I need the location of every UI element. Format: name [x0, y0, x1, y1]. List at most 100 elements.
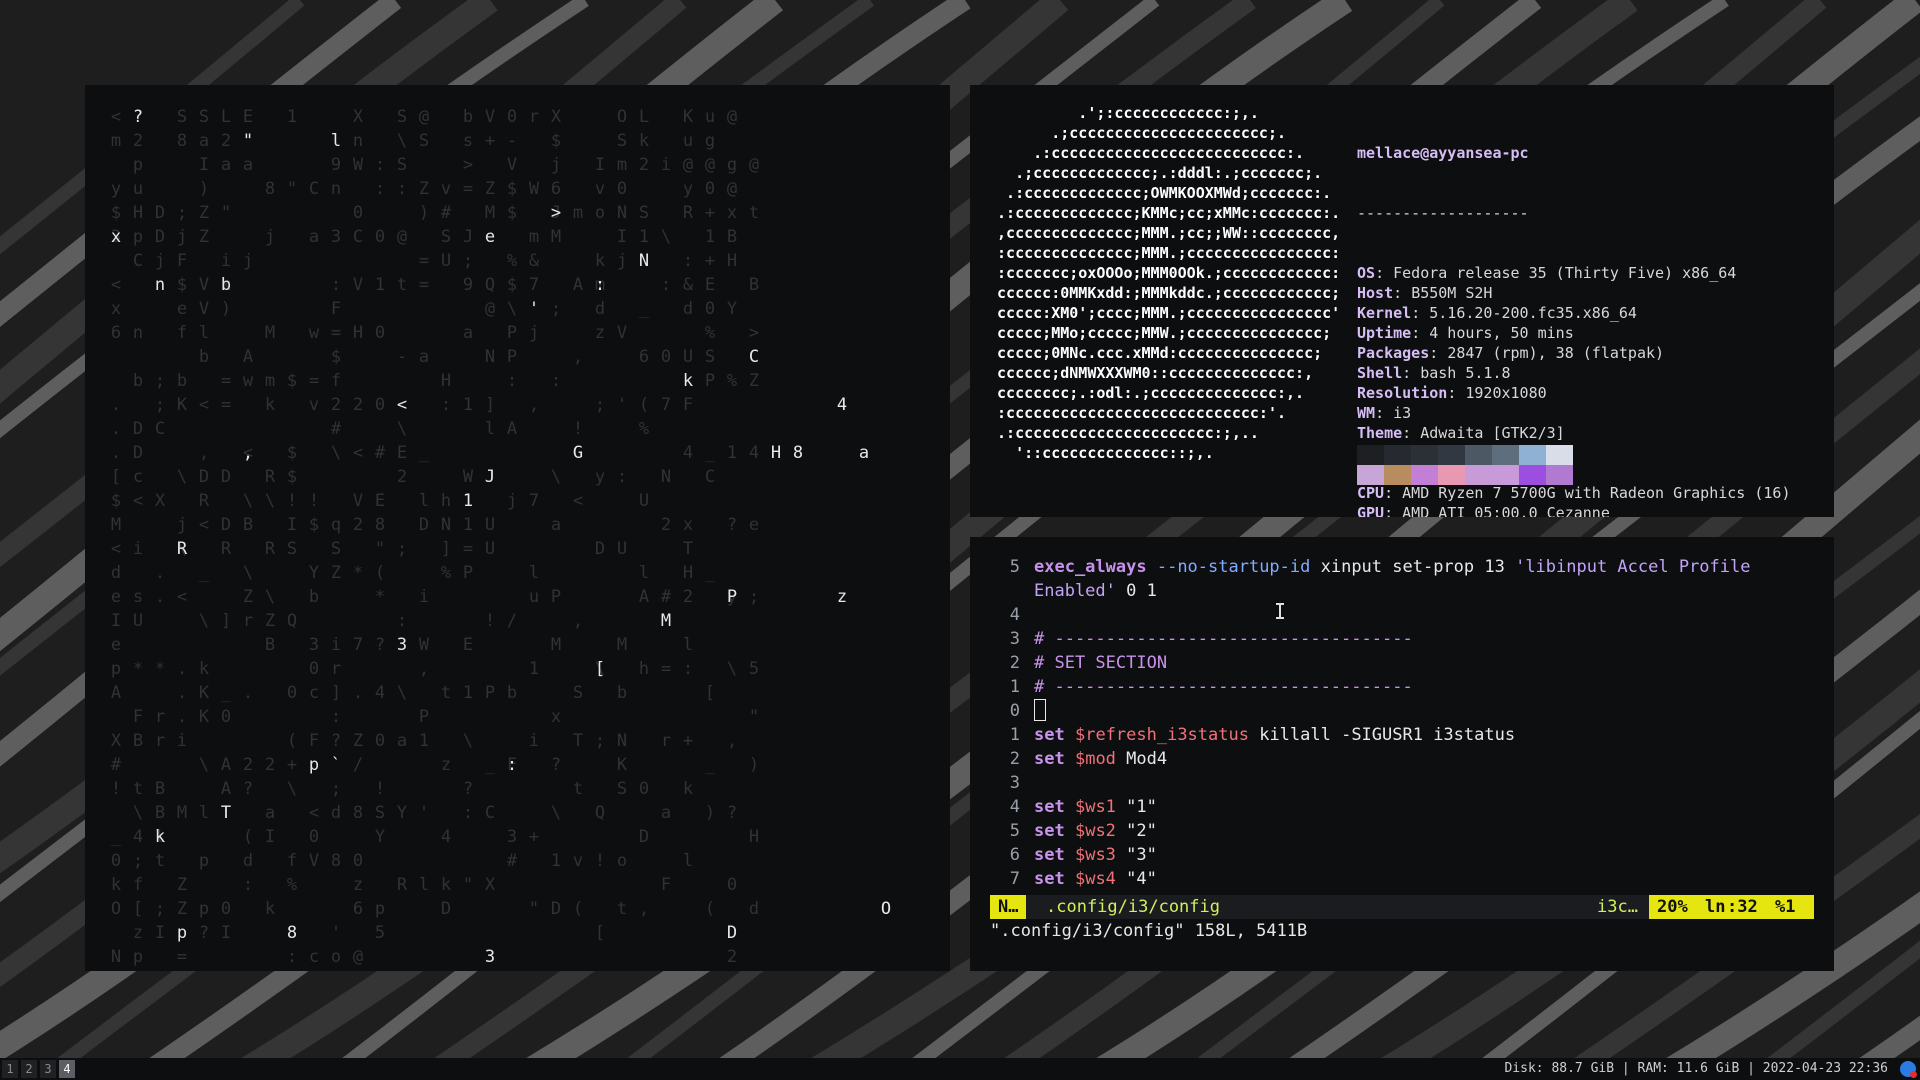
matrix-char: ] [220, 611, 232, 631]
vim-line[interactable]: 3 [970, 771, 1834, 795]
matrix-char: b [308, 587, 320, 607]
matrix-char: y [682, 179, 694, 199]
vim-line[interactable]: 3 # ----------------------------------- [970, 627, 1834, 651]
matrix-char: V [198, 299, 210, 319]
matrix-char: I [594, 155, 606, 175]
vim-line[interactable]: 1 set $refresh_i3status killall -SIGUSR1 … [970, 723, 1834, 747]
vim-command-line[interactable]: ".config/i3/config" 158L, 5411B [990, 919, 1307, 943]
matrix-char-head: J [484, 467, 496, 487]
matrix-char: 7 [352, 635, 364, 655]
matrix-char: D [418, 515, 430, 535]
workspace-button-4[interactable]: 4 [59, 1060, 75, 1078]
matrix-char: : [616, 467, 628, 487]
matrix-char-head: P [726, 587, 738, 607]
vim-terminal-window[interactable]: 5 exec_always --no-startup-id xinput set-… [970, 537, 1834, 971]
matrix-char: z [440, 755, 452, 775]
matrix-char-head: b [220, 275, 232, 295]
matrix-char: Z [264, 611, 276, 631]
matrix-char: D [594, 539, 606, 559]
matrix-char: t [748, 203, 760, 223]
matrix-char: S [330, 539, 342, 559]
matrix-char: Z [484, 179, 496, 199]
matrix-char: " [462, 875, 474, 895]
matrix-char: b [506, 683, 518, 703]
matrix-char: h [440, 491, 452, 511]
matrix-char: , [572, 611, 584, 631]
vim-line[interactable]: 0 [970, 699, 1834, 723]
matrix-char: I [110, 611, 122, 631]
matrix-char: @ [418, 107, 430, 127]
matrix-char: 6 [550, 179, 562, 199]
tray-app-icon[interactable] [1900, 1061, 1917, 1078]
matrix-char: : [682, 251, 694, 271]
matrix-char: _ [704, 563, 716, 583]
matrix-char: ) [418, 203, 430, 223]
matrix-char: 6 [352, 899, 364, 919]
matrix-char: o [616, 851, 628, 871]
matrix-char: 0 [220, 707, 232, 727]
matrix-char: D [132, 419, 144, 439]
cmatrix-terminal-window[interactable]: < m y $3 < x 6...[$ M < d e Ie p A X #! _ 0 k O N? 2 p u Hp Cn b D D… [85, 85, 950, 971]
matrix-char-head: " [242, 131, 254, 151]
matrix-char: k [198, 659, 210, 679]
matrix-char: S [616, 131, 628, 151]
workspace-button-2[interactable]: 2 [21, 1060, 37, 1078]
matrix-char: Q [484, 275, 496, 295]
matrix-char-head: z [836, 587, 848, 607]
matrix-char-head: a [858, 443, 870, 463]
matrix-char: M [550, 227, 562, 247]
info-row: OS: Fedora release 35 (Thirty Five) x86_… [1357, 264, 1737, 282]
matrix-char: A [220, 779, 232, 799]
matrix-char: " [286, 179, 298, 199]
workspace-button-1[interactable]: 1 [2, 1060, 18, 1078]
matrix-char: a [308, 227, 320, 247]
matrix-char: b [198, 347, 210, 367]
matrix-char: 2 [726, 947, 738, 967]
vim-line[interactable]: 7 set $ws4 "4" [970, 867, 1834, 891]
vim-line[interactable]: 6 set $ws3 "3" [970, 843, 1834, 867]
matrix-char: D [220, 515, 232, 535]
matrix-char: H [132, 203, 144, 223]
matrix-char: Z [176, 899, 188, 919]
vim-line[interactable]: 5 exec_always --no-startup-id xinput set-… [970, 555, 1834, 579]
vim-line[interactable]: 2 set $mod Mod4 [970, 747, 1834, 771]
matrix-char: \ [198, 755, 210, 775]
vim-buffer[interactable]: 5 exec_always --no-startup-id xinput set-… [970, 555, 1834, 891]
matrix-char: . [154, 563, 166, 583]
matrix-char: 0 [374, 323, 386, 343]
vim-line[interactable]: 4 [970, 603, 1834, 627]
matrix-char: D [440, 899, 452, 919]
matrix-char: ? [374, 635, 386, 655]
vim-line[interactable]: 2 # SET SECTION [970, 651, 1834, 675]
vim-percent: 20% [1657, 897, 1688, 917]
matrix-char: C [308, 179, 320, 199]
matrix-char: f [176, 323, 188, 343]
neofetch-terminal-window[interactable]: .';:cccccccccccc:;,. .;ccccccccccccccccc… [970, 85, 1834, 517]
vim-line[interactable]: 1 # ----------------------------------- [970, 675, 1834, 699]
matrix-char: C [484, 803, 496, 823]
vim-line[interactable]: Enabled' 0 1 [970, 579, 1834, 603]
matrix-char: 4 [132, 827, 144, 847]
matrix-char: A [220, 755, 232, 775]
matrix-char: ; [176, 203, 188, 223]
vim-line[interactable]: 4 set $ws1 "1" [970, 795, 1834, 819]
matrix-char: ; [594, 395, 606, 415]
info-row: Resolution: 1920x1080 [1357, 384, 1547, 402]
matrix-char: _ [484, 755, 496, 775]
matrix-char: V [484, 107, 496, 127]
matrix-char: K [198, 707, 210, 727]
line-number: 2 [1009, 749, 1020, 769]
matrix-char: $ [286, 467, 298, 487]
matrix-char: K [198, 683, 210, 703]
vim-line[interactable]: 5 set $ws2 "2" [970, 819, 1834, 843]
info-key: WM [1357, 404, 1376, 422]
matrix-char: N [616, 203, 628, 223]
info-key: OS [1357, 264, 1376, 282]
matrix-char: R [264, 467, 276, 487]
line-content: # SET SECTION [1034, 653, 1168, 673]
matrix-char-head: : [506, 755, 518, 775]
matrix-char-head: k [154, 827, 166, 847]
workspace-button-3[interactable]: 3 [40, 1060, 56, 1078]
matrix-char: f [330, 371, 342, 391]
matrix-char: f [132, 875, 144, 895]
